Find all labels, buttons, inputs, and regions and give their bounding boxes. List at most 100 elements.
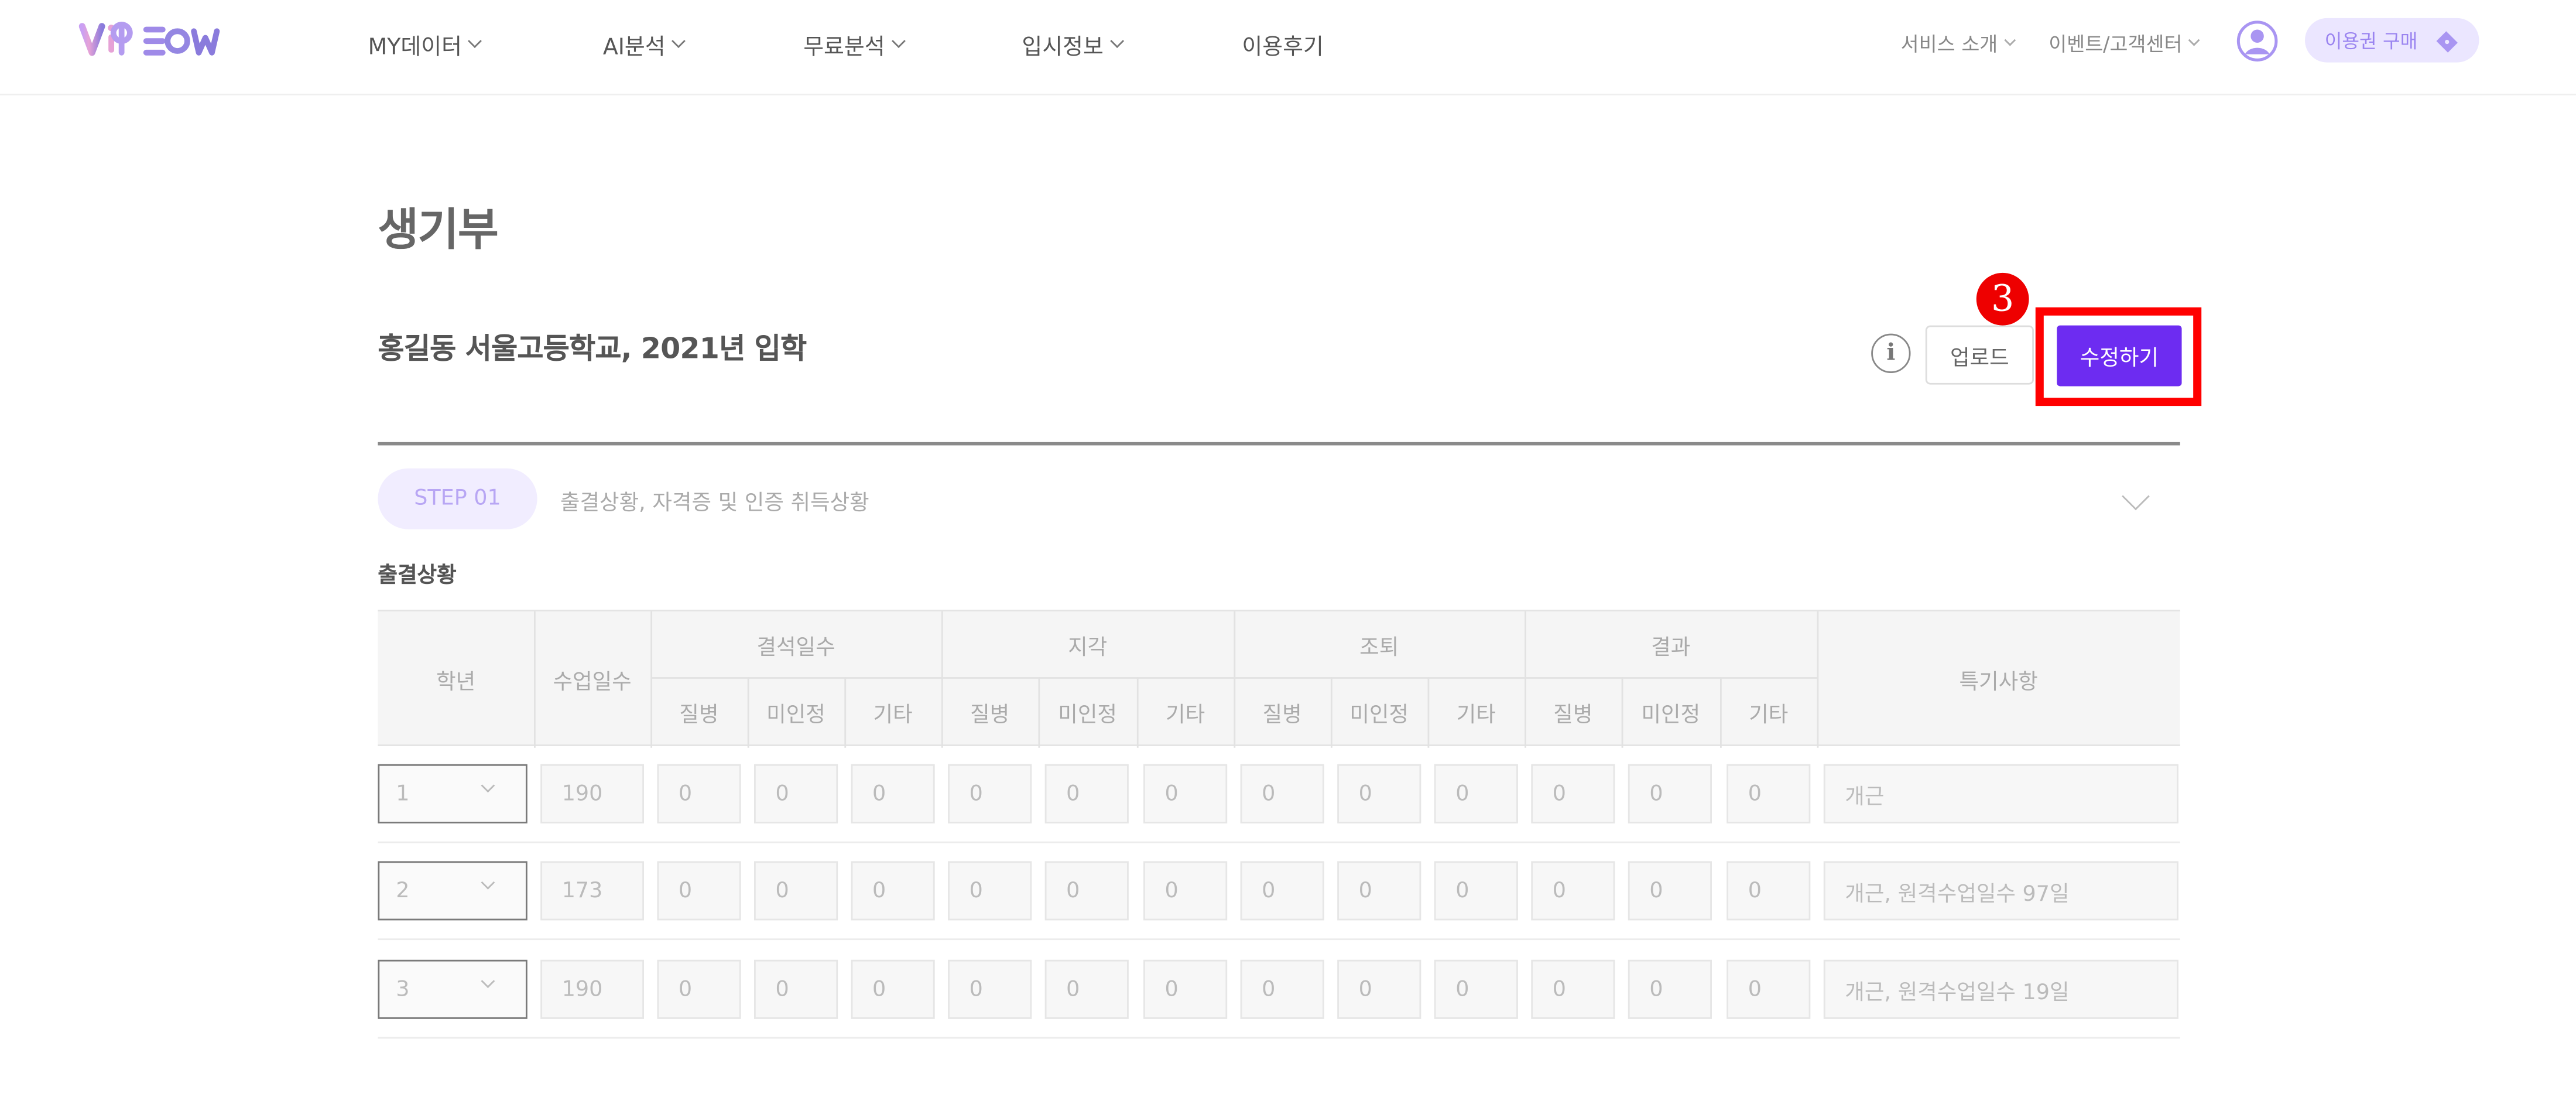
attendance-count-field[interactable]: 0 [1044,959,1129,1019]
user-profile-icon[interactable] [2236,20,2279,63]
info-icon-glyph: i [1886,340,1896,367]
step-description: 출결상황, 자격증 및 인증 취득상황 [560,491,869,517]
table-row: 3 190 0 0 0 0 0 0 0 0 0 0 0 0 개근, 원격수업일수 19일 [378,942,2180,1039]
buy-ticket-label: 이용권 구매 [2324,29,2418,52]
header-sub-other: 기타 [1749,703,1789,729]
attendance-count-field[interactable]: 0 [1044,764,1129,823]
grade-select[interactable]: 1 [378,764,527,823]
attendance-count-field[interactable]: 0 [1727,959,1811,1019]
page-title: 생기부 [378,205,498,257]
attendance-count-field[interactable]: 0 [1240,959,1324,1019]
header-sub-unauthorized: 미인정 [1349,703,1409,729]
step-badge-label: STEP 01 [414,486,501,511]
events-support-label: 이벤트/고객센터 [2049,33,2183,56]
attendance-count-field[interactable]: 0 [948,861,1032,921]
step-marker-badge: 3 [1976,272,2029,326]
section-divider [378,442,2180,445]
header-sub-unauthorized: 미인정 [1641,703,1701,729]
upload-button[interactable]: 업로드 [1925,325,2034,385]
header-sub-other: 기타 [1456,703,1496,729]
events-support-menu[interactable]: 이벤트/고객센터 [2049,30,2201,58]
attendance-count-field[interactable]: 0 [754,959,838,1019]
attendance-count-field[interactable]: 0 [1727,764,1811,823]
attendance-count-field[interactable]: 0 [851,861,935,921]
edit-button[interactable]: 수정하기 [2057,325,2182,387]
edit-button-label: 수정하기 [2080,347,2159,372]
attendance-count-field[interactable]: 0 [1628,959,1712,1019]
attendance-count-field[interactable]: 0 [948,959,1032,1019]
chevron-down-icon [468,34,482,49]
nav-free-analysis[interactable]: 무료분석 [803,28,905,61]
attendance-count-field[interactable]: 0 [1531,959,1615,1019]
attendance-count-field[interactable]: 0 [1628,861,1712,921]
chevron-down-icon [2188,34,2201,46]
attendance-count-field[interactable]: 0 [754,764,838,823]
step-badge: STEP 01 [378,468,537,529]
header-sub-unauthorized: 미인정 [1058,703,1117,729]
attendance-count-field[interactable]: 0 [1434,861,1518,921]
attendance-count-field[interactable]: 0 [1143,959,1228,1019]
buy-ticket-button[interactable]: 이용권 구매 [2304,18,2479,63]
attendance-count-field[interactable]: 0 [1143,764,1228,823]
nav-my-data[interactable]: MY데이터 [368,28,482,61]
grade-select-value: 2 [396,878,410,903]
chevron-down-icon [481,778,495,793]
attendance-count-field[interactable]: 0 [1337,861,1421,921]
header-sub-other: 기타 [873,703,913,729]
attendance-count-field[interactable]: 0 [1240,764,1324,823]
brand-logo[interactable] [78,20,220,59]
info-icon[interactable]: i [1871,333,1911,373]
attendance-count-field[interactable]: 0 [1337,959,1421,1019]
chevron-down-icon[interactable] [2122,482,2150,511]
attendance-count-field[interactable]: 0 [1628,764,1712,823]
attendance-count-field[interactable]: 0 [1727,861,1811,921]
nav-reviews[interactable]: 이용후기 [1242,28,1323,61]
header-sub-illness: 질병 [1262,703,1302,729]
attendance-count-field[interactable]: 0 [657,959,741,1019]
notes-field[interactable]: 개근 [1823,764,2178,823]
header-group-absence: 결석일수 [756,635,835,660]
attendance-section-label: 출결상황 [378,563,457,589]
header-sub-illness: 질병 [679,703,719,729]
service-intro-label: 서비스 소개 [1900,33,1998,56]
attendance-count-field[interactable]: 0 [754,861,838,921]
nav-ai-analysis-label: AI분석 [602,34,666,61]
notes-field[interactable]: 개근, 원격수업일수 97일 [1823,861,2178,921]
header-group-missed-class: 결과 [1651,635,1691,660]
grade-select-value: 1 [396,781,410,806]
attendance-count-field[interactable]: 0 [1337,764,1421,823]
grade-select[interactable]: 3 [378,959,527,1019]
table-row: 1 190 0 0 0 0 0 0 0 0 0 0 0 0 개근 [378,746,2180,843]
nav-admission-info[interactable]: 입시정보 [1022,28,1124,61]
header-notes: 특기사항 [1959,670,2038,695]
attendance-count-field[interactable]: 0 [851,959,935,1019]
attendance-count-field[interactable]: 0 [1434,764,1518,823]
attendance-count-field[interactable]: 0 [1143,861,1228,921]
notes-field[interactable]: 개근, 원격수업일수 19일 [1823,959,2178,1019]
nav-free-analysis-label: 무료분석 [803,34,885,61]
attendance-count-field[interactable]: 0 [657,764,741,823]
attendance-count-field[interactable]: 0 [851,764,935,823]
ticket-icon [2435,30,2457,52]
attendance-count-field[interactable]: 0 [1240,861,1324,921]
grade-select[interactable]: 2 [378,861,527,921]
service-intro-menu[interactable]: 서비스 소개 [1900,30,2016,58]
class-days-field[interactable]: 190 [540,764,644,823]
attendance-table-header: 학년 수업일수 결석일수 지각 조퇴 결과 질병 미인정 기타 질병 미인정 기… [378,610,2180,748]
nav-reviews-label: 이용후기 [1242,34,1324,61]
attendance-count-field[interactable]: 0 [1434,959,1518,1019]
attendance-count-field[interactable]: 0 [1531,861,1615,921]
chevron-down-icon [2004,34,2016,46]
logo-mark [78,22,220,56]
attendance-count-field[interactable]: 0 [948,764,1032,823]
header-sub-illness: 질병 [1553,703,1593,729]
attendance-count-field[interactable]: 0 [1044,861,1129,921]
class-days-field[interactable]: 190 [540,959,644,1019]
attendance-count-field[interactable]: 0 [657,861,741,921]
attendance-count-field[interactable]: 0 [1531,764,1615,823]
upload-button-label: 업로드 [1950,346,2009,371]
nav-ai-analysis[interactable]: AI분석 [602,28,686,61]
class-days-field[interactable]: 173 [540,861,644,921]
nav-admission-info-label: 입시정보 [1022,34,1104,61]
header-group-tardy: 지각 [1068,635,1108,660]
